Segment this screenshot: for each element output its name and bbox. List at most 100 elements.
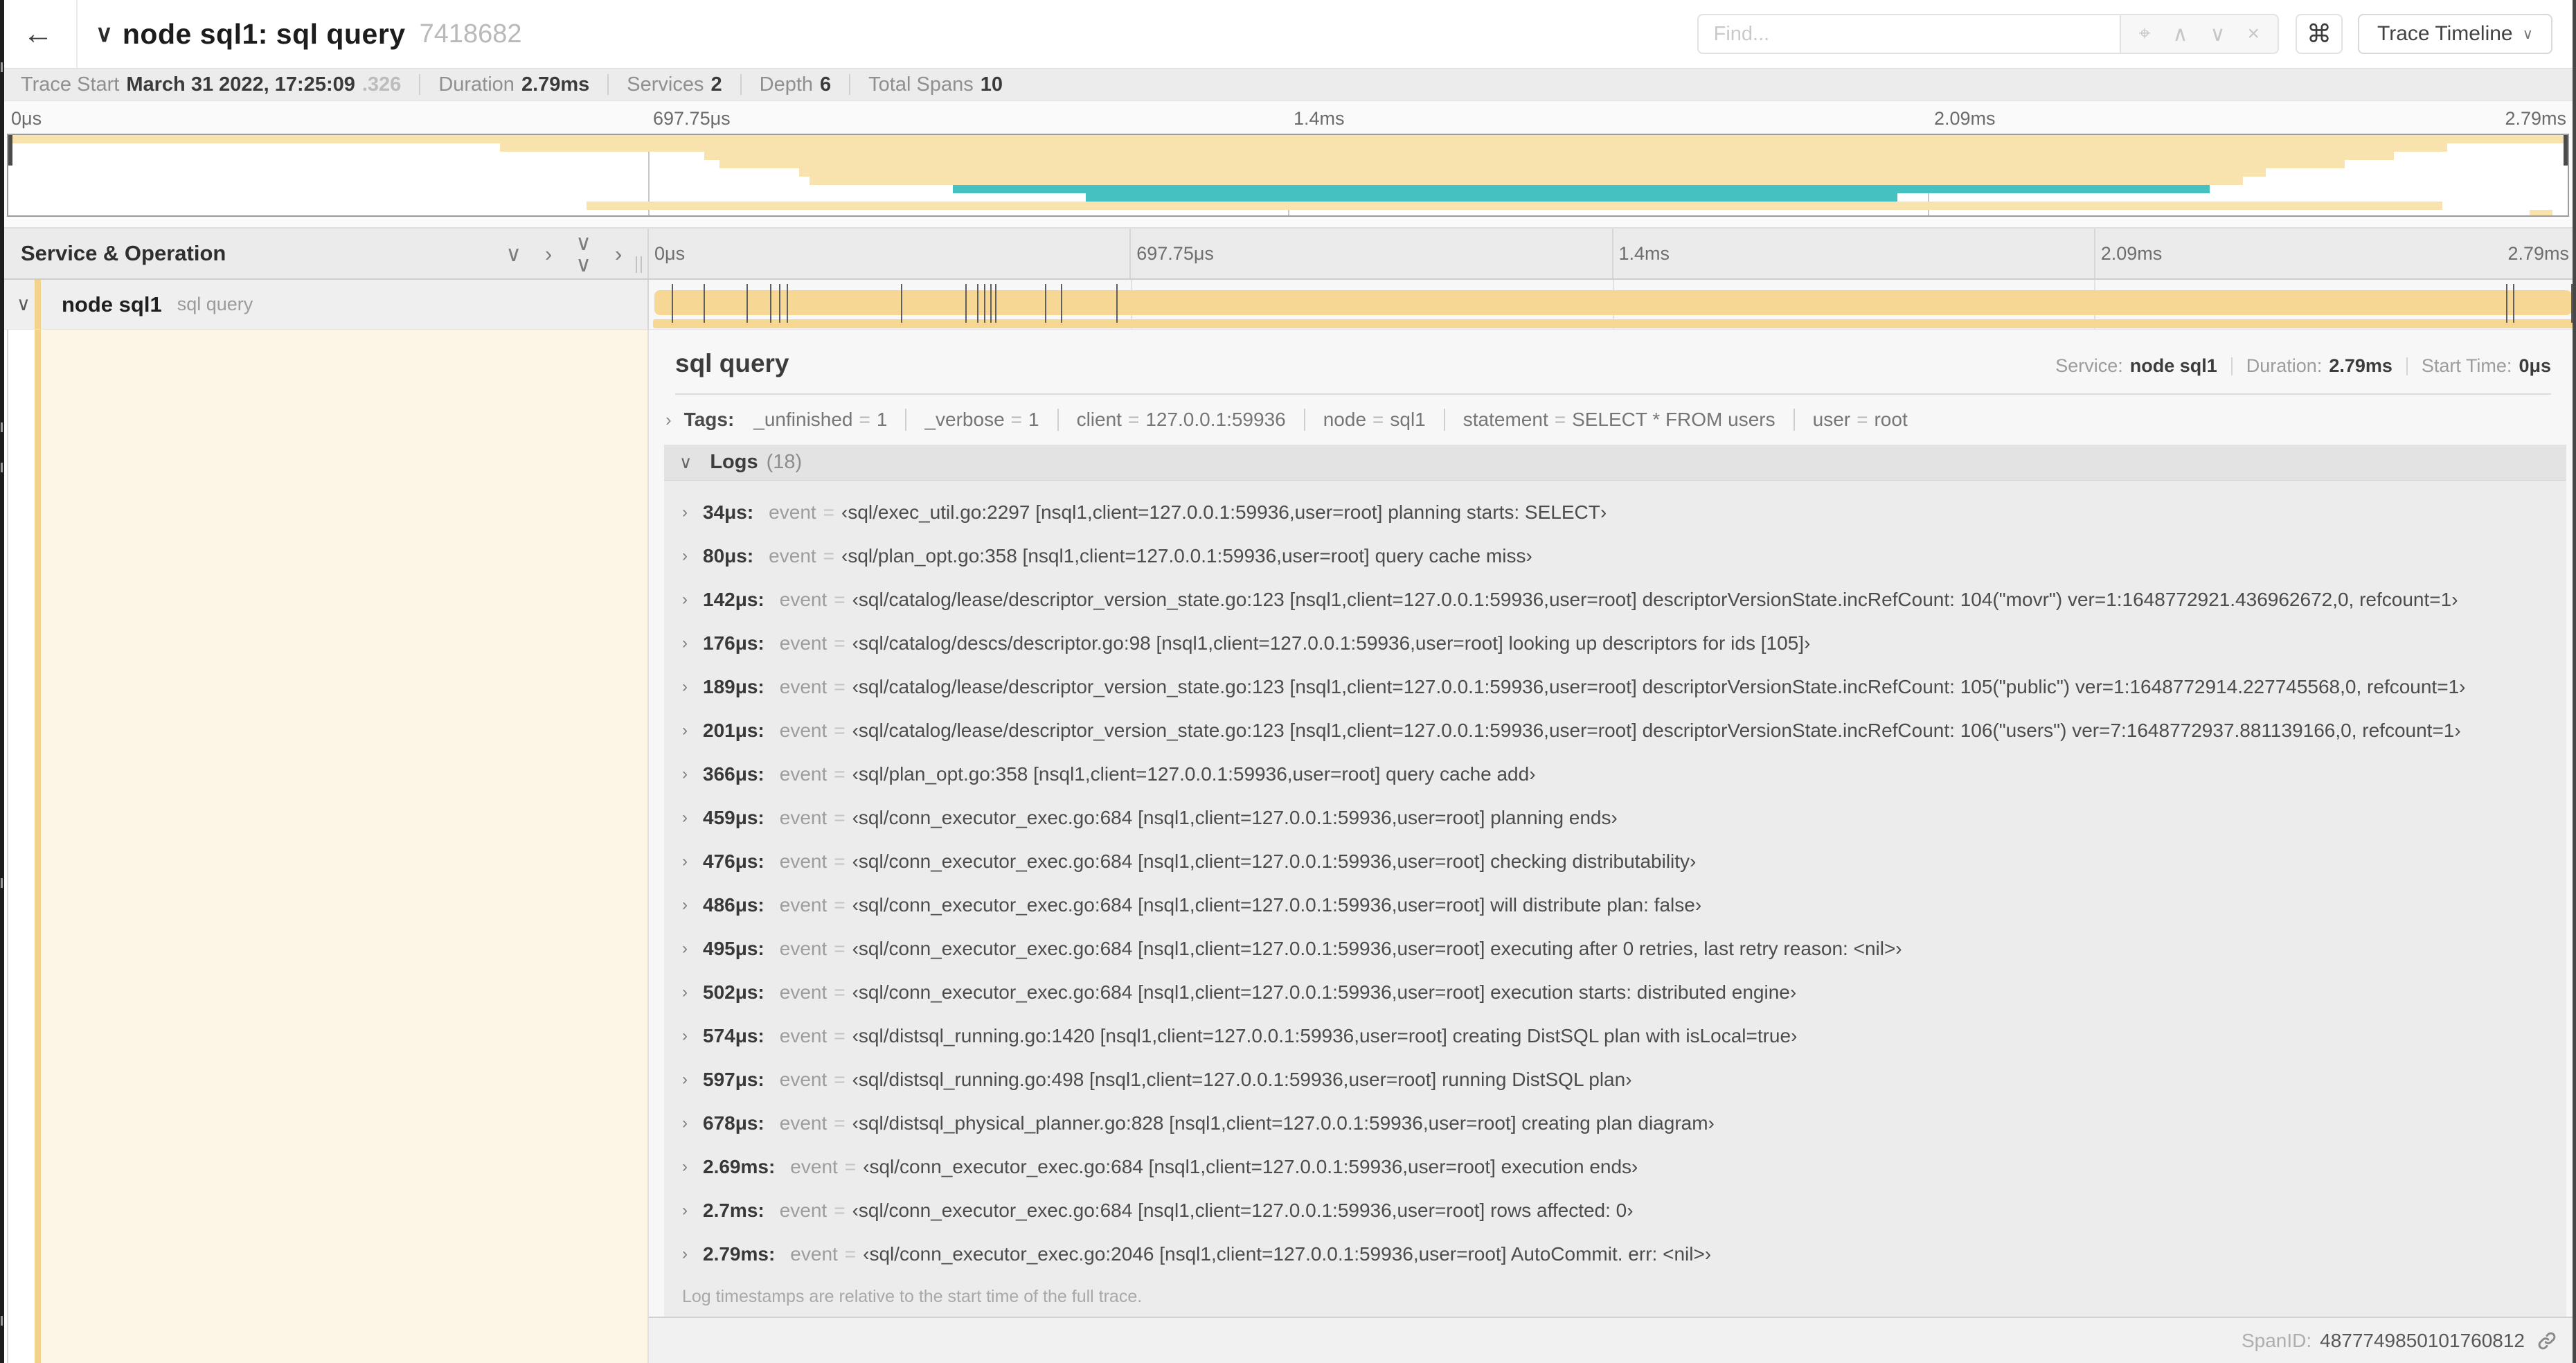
viewport-handle-left[interactable]: [8, 135, 12, 166]
log-entry[interactable]: › 2.7ms: event = ‹sql/conn_executor_exec…: [664, 1188, 2566, 1232]
log-marker-tick[interactable]: [990, 284, 992, 323]
log-entry[interactable]: › 678μs: event = ‹sql/distsql_physical_p…: [664, 1101, 2566, 1145]
log-entry[interactable]: › 366μs: event = ‹sql/plan_opt.go:358 [n…: [664, 752, 2566, 796]
focus-match-icon[interactable]: ⌖: [2139, 22, 2151, 46]
duration-label: Duration:: [2246, 355, 2323, 376]
expand-one-icon[interactable]: ›: [545, 243, 552, 265]
log-timestamp: 459μs:: [703, 806, 764, 828]
log-entry[interactable]: › 34μs: event = ‹sql/exec_util.go:2297 […: [664, 490, 2566, 534]
log-entry[interactable]: › 176μs: event = ‹sql/catalog/descs/desc…: [664, 621, 2566, 665]
log-field-value: ‹sql/conn_executor_exec.go:684 [nsql1,cl…: [852, 893, 1702, 916]
span-row-name-cell[interactable]: ∨ node sql1 sql query: [0, 280, 647, 329]
logs-block: ∨ Logs (18) › 34μs: event = ‹sql/exec_ut…: [664, 445, 2566, 1317]
log-marker-tick[interactable]: [2506, 284, 2508, 323]
tag-value: 127.0.0.1:59936: [1145, 409, 1286, 430]
trace-collapse-icon[interactable]: ∨: [96, 20, 113, 48]
back-button[interactable]: ←: [0, 0, 78, 68]
log-marker-tick[interactable]: [703, 284, 705, 323]
minimap-time-labels: 0μs 697.75μs 1.4ms 2.09ms 2.79ms: [7, 101, 2569, 134]
viewport-handle-right[interactable]: [2564, 135, 2568, 166]
log-entry[interactable]: › 201μs: event = ‹sql/catalog/lease/desc…: [664, 709, 2566, 752]
log-entry[interactable]: › 80μs: event = ‹sql/plan_opt.go:358 [ns…: [664, 534, 2566, 578]
log-entry[interactable]: › 2.69ms: event = ‹sql/conn_executor_exe…: [664, 1145, 2566, 1188]
log-field-value: ‹sql/plan_opt.go:358 [nsql1,client=127.0…: [852, 763, 1536, 785]
trace-id: 7418682: [419, 19, 522, 48]
timeline-tick-column: 0μs: [647, 229, 1129, 278]
tags-row[interactable]: › Tags: _unfinished = 1 _verbose = 1 client =…: [649, 395, 2576, 445]
tag-item[interactable]: _unfinished = 1: [753, 409, 887, 431]
find-input[interactable]: [1697, 14, 2120, 54]
span-color-strip: [35, 330, 41, 1363]
log-marker-tick[interactable]: [1060, 284, 1062, 323]
span-duration-bar[interactable]: [654, 290, 2572, 315]
log-field-key: event: [769, 544, 816, 567]
keyboard-shortcuts-button[interactable]: ⌘: [2296, 14, 2343, 54]
log-entry[interactable]: › 495μs: event = ‹sql/conn_executor_exec…: [664, 927, 2566, 970]
tag-item[interactable]: user = root: [1813, 409, 1908, 431]
detail-operation-name[interactable]: sql query: [675, 349, 789, 378]
prev-match-icon[interactable]: ∧: [2173, 22, 2188, 46]
log-marker-tick[interactable]: [769, 284, 771, 323]
log-marker-tick[interactable]: [746, 284, 748, 323]
log-timestamp: 366μs:: [703, 763, 764, 785]
span-detail-panel: sql query Service: node sql1 Duration: 2…: [647, 330, 2576, 1363]
log-field-key: event: [779, 632, 828, 654]
log-entry[interactable]: › 189μs: event = ‹sql/catalog/lease/desc…: [664, 665, 2566, 709]
link-icon[interactable]: [2536, 1330, 2558, 1352]
minimap-tick-label: 2.79ms: [2505, 108, 2566, 129]
chevron-down-icon: ∨: [679, 452, 692, 472]
log-marker-tick[interactable]: [994, 284, 996, 323]
column-resize-grip[interactable]: [636, 256, 642, 273]
trace-view-select[interactable]: Trace Timeline ∨: [2358, 14, 2552, 54]
log-field-value: ‹sql/catalog/lease/descriptor_version_st…: [852, 588, 2458, 610]
collapse-all-icon[interactable]: ∨ ∨: [575, 232, 591, 275]
log-entry[interactable]: › 502μs: event = ‹sql/conn_executor_exec…: [664, 970, 2566, 1014]
log-marker-tick[interactable]: [983, 284, 985, 323]
expand-all-icon[interactable]: ››: [615, 243, 624, 265]
log-marker-tick[interactable]: [787, 284, 789, 323]
log-field-key: event: [769, 501, 816, 523]
tag-item[interactable]: client = 127.0.0.1:59936: [1077, 409, 1286, 431]
log-field-key: event: [779, 1068, 828, 1090]
log-marker-tick[interactable]: [976, 284, 978, 323]
log-marker-tick[interactable]: [2513, 284, 2515, 323]
log-field-key: event: [779, 763, 828, 785]
log-marker-tick[interactable]: [1044, 284, 1046, 323]
collapse-one-icon[interactable]: ∨: [506, 243, 521, 265]
log-entry[interactable]: › 574μs: event = ‹sql/distsql_running.go…: [664, 1014, 2566, 1058]
log-marker-tick[interactable]: [901, 284, 903, 323]
chevron-right-icon: ›: [682, 1244, 688, 1263]
log-field-value: ‹sql/distsql_running.go:1420 [nsql1,clie…: [852, 1024, 1798, 1046]
minimap-span-bar: [499, 143, 2448, 152]
tag-value: SELECT * FROM users: [1572, 409, 1776, 430]
log-entry[interactable]: › 597μs: event = ‹sql/distsql_running.go…: [664, 1058, 2566, 1101]
log-entry[interactable]: › 142μs: event = ‹sql/catalog/lease/desc…: [664, 578, 2566, 621]
log-marker-tick[interactable]: [671, 284, 673, 323]
log-entry[interactable]: › 476μs: event = ‹sql/conn_executor_exec…: [664, 839, 2566, 883]
span-collapse-icon[interactable]: ∨: [17, 294, 35, 315]
log-marker-tick[interactable]: [1116, 284, 1118, 323]
start-time-label: Start Time:: [2421, 355, 2512, 376]
tag-item[interactable]: node = sql1: [1323, 409, 1426, 431]
log-entry[interactable]: › 2.79ms: event = ‹sql/conn_executor_exe…: [664, 1232, 2566, 1276]
log-entry[interactable]: › 486μs: event = ‹sql/conn_executor_exec…: [664, 883, 2566, 927]
minimap-span-bar: [719, 160, 2345, 168]
chevron-right-icon: ›: [682, 502, 688, 522]
clear-find-icon[interactable]: ×: [2247, 22, 2260, 46]
tag-key: _unfinished: [753, 409, 853, 430]
log-field-value: ‹sql/distsql_running.go:498 [nsql1,clien…: [852, 1068, 1632, 1090]
detail-title-row: sql query Service: node sql1 Duration: 2…: [649, 330, 2576, 378]
logs-header[interactable]: ∨ Logs (18): [664, 445, 2566, 481]
log-entry[interactable]: › 459μs: event = ‹sql/conn_executor_exec…: [664, 796, 2566, 839]
next-match-icon[interactable]: ∨: [2210, 22, 2226, 46]
log-field-value: ‹sql/conn_executor_exec.go:684 [nsql1,cl…: [852, 806, 1618, 828]
tag-item[interactable]: _verbose = 1: [924, 409, 1039, 431]
minimap-canvas[interactable]: [7, 134, 2569, 217]
tag-key: statement: [1463, 409, 1548, 430]
log-marker-tick[interactable]: [778, 284, 780, 323]
tag-key: client: [1076, 409, 1122, 430]
log-timestamp: 80μs:: [703, 544, 754, 567]
tag-item[interactable]: statement = SELECT * FROM users: [1463, 409, 1776, 431]
minimap-tick-label: 697.75μs: [653, 108, 731, 129]
log-marker-tick[interactable]: [965, 284, 967, 323]
